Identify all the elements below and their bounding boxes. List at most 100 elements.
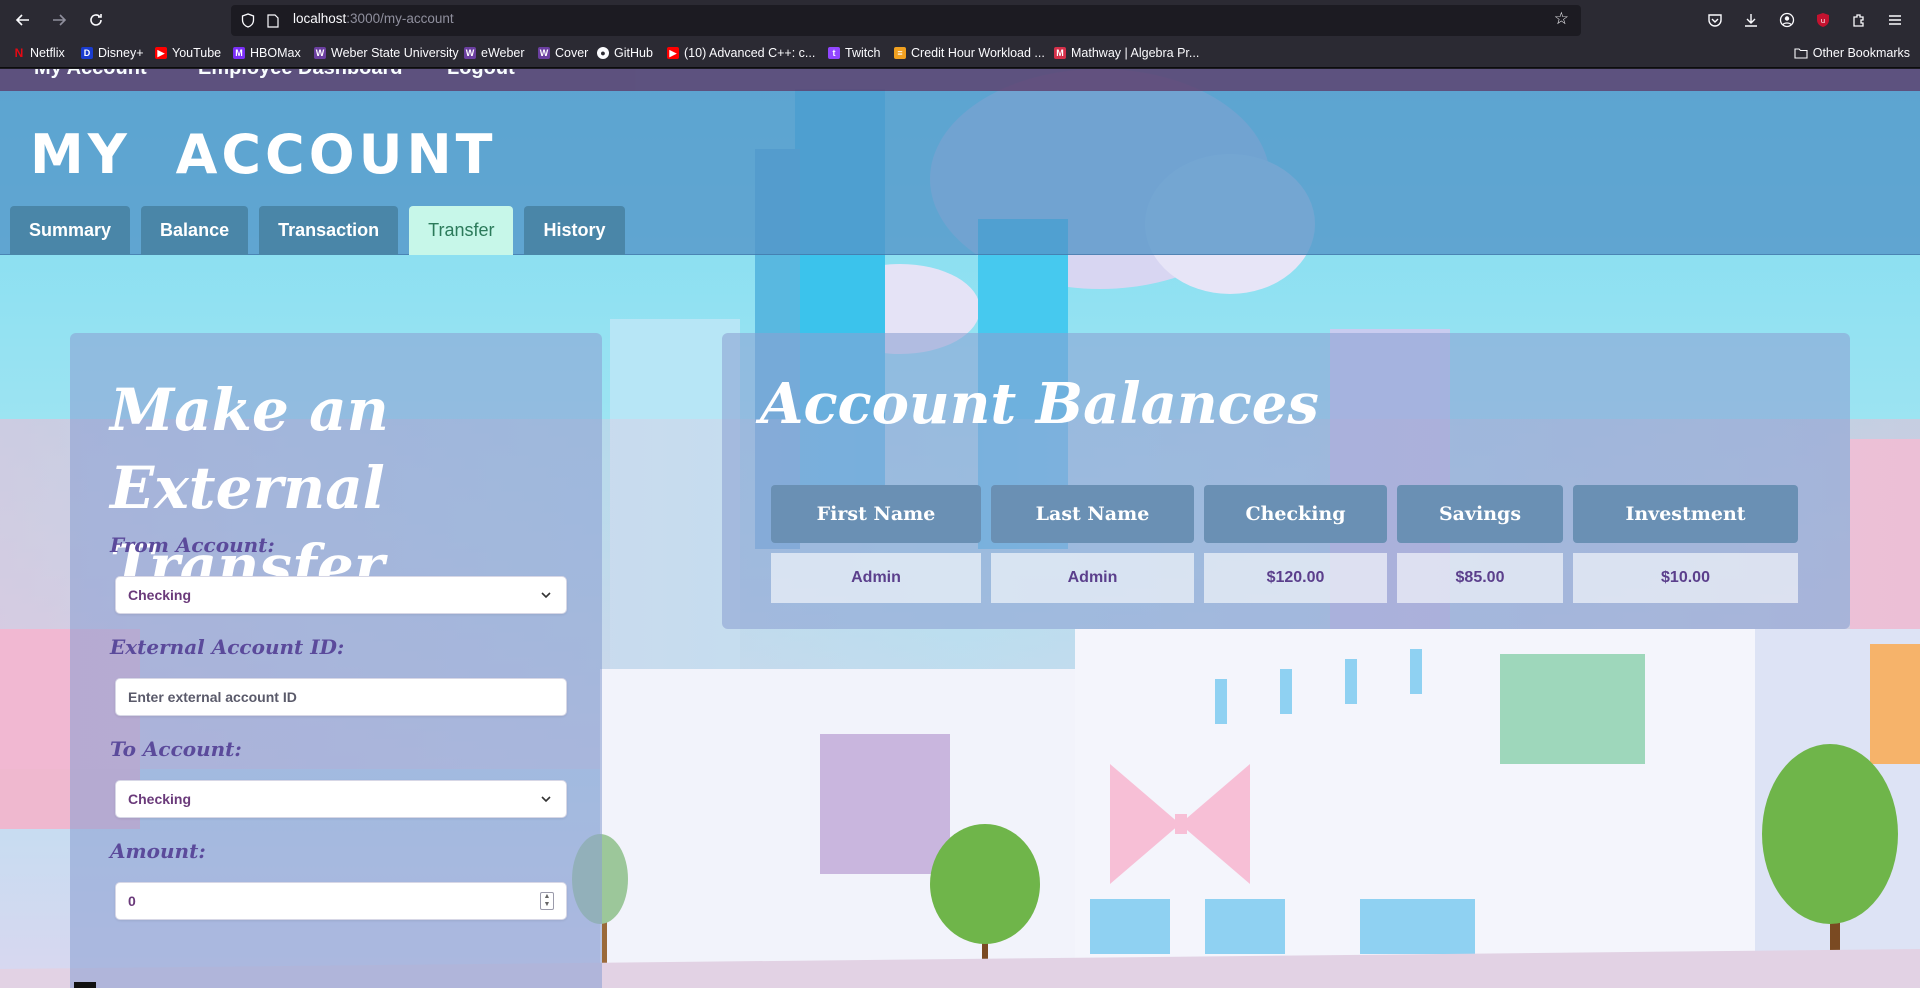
amount-input[interactable]: 0 ▲ ▼ <box>115 882 567 920</box>
mathway-icon: M <box>1054 47 1066 59</box>
bookmark-label: Cover <box>555 46 589 60</box>
external-account-placeholder: Enter external account ID <box>128 689 297 705</box>
nav-my-account[interactable]: My Account <box>34 69 147 80</box>
url-path: :3000/my-account <box>346 11 454 26</box>
bookmark-cover[interactable]: W Cover <box>538 46 588 60</box>
site-nav: My Account Employee Dashboard Logout <box>0 69 1920 91</box>
back-arrow-icon <box>15 14 29 26</box>
svg-text:u: u <box>1821 17 1825 25</box>
forward-arrow-icon <box>53 14 67 26</box>
tab-summary[interactable]: Summary <box>10 206 131 255</box>
account-balances-panel: Account Balances First Name Last Name Ch… <box>722 333 1850 629</box>
menu-icon[interactable] <box>1880 5 1910 35</box>
bookmark-label: Credit Hour Workload ... <box>911 46 1045 60</box>
to-account-select[interactable]: Checking <box>115 780 567 818</box>
bookmark-label: Mathway | Algebra Pr... <box>1071 46 1200 60</box>
bookmark-label: Twitch <box>845 46 881 60</box>
tab-history[interactable]: History <box>524 206 625 255</box>
pocket-icon[interactable] <box>1700 5 1730 35</box>
transfer-form-title: Make an External Transfer <box>110 376 389 600</box>
tab-transfer[interactable]: Transfer <box>409 206 514 255</box>
cell-savings: $85.00 <box>1397 553 1563 603</box>
youtube-icon: ▶ <box>667 47 679 59</box>
cell-investment: $10.00 <box>1573 553 1798 603</box>
weber-shield-icon: W <box>538 47 550 59</box>
other-bookmarks[interactable]: Other Bookmarks <box>1794 46 1910 60</box>
browser-toolbar: localhost:3000/my-account ☆ u <box>0 0 1920 41</box>
page-info-icon[interactable] <box>267 14 279 28</box>
nav-logout[interactable]: Logout <box>447 69 515 80</box>
bookmark-weber-state[interactable]: W Weber State University <box>314 46 459 60</box>
weber-shield-icon: W <box>464 47 476 59</box>
amount-label: Amount: <box>110 839 206 863</box>
url-text[interactable]: localhost:3000/my-account <box>293 11 454 26</box>
bookmark-advanced-cpp[interactable]: ▶ (10) Advanced C++: c... <box>667 46 815 60</box>
column-header-checking: Checking <box>1204 485 1387 543</box>
from-account-label: From Account: <box>110 533 275 557</box>
chevron-down-icon <box>541 796 551 803</box>
netflix-icon: N <box>14 46 24 60</box>
bookmark-github[interactable]: ● GitHub <box>597 46 653 60</box>
number-stepper[interactable]: ▲ ▼ <box>540 892 554 910</box>
to-account-value: Checking <box>128 791 192 807</box>
account-tabs: Summary Balance Transaction Transfer His… <box>10 206 636 255</box>
bookmark-label: GitHub <box>614 46 653 60</box>
bookmark-hbomax[interactable]: M HBOMax <box>233 46 301 60</box>
to-account-label: To Account: <box>110 737 242 761</box>
from-account-value: Checking <box>128 587 192 603</box>
bookmark-credit-hour[interactable]: ≡ Credit Hour Workload ... <box>894 46 1045 60</box>
nav-employee-dashboard[interactable]: Employee Dashboard <box>198 69 403 80</box>
page-title: MY ACCOUNT <box>30 123 497 186</box>
bookmark-label: (10) Advanced C++: c... <box>684 46 816 60</box>
other-bookmarks-label: Other Bookmarks <box>1812 46 1910 60</box>
cell-checking: $120.00 <box>1204 553 1387 603</box>
bookmark-youtube[interactable]: ▶ YouTube <box>155 46 221 60</box>
external-transfer-panel: Make an External Transfer From Account: … <box>70 333 602 988</box>
back-button[interactable] <box>8 5 38 35</box>
ublock-extension-icon[interactable]: u <box>1808 5 1838 35</box>
bookmark-label: eWeber <box>481 46 525 60</box>
external-account-input[interactable]: Enter external account ID <box>115 678 567 716</box>
bookmark-label: Netflix <box>30 46 65 60</box>
column-header-savings: Savings <box>1397 485 1563 543</box>
account-icon[interactable] <box>1772 5 1802 35</box>
bookmark-label: YouTube <box>172 46 222 60</box>
disney-icon: D <box>81 47 93 59</box>
forward-button[interactable] <box>44 5 74 35</box>
bookmark-eweber[interactable]: WeWeber <box>464 46 525 60</box>
tab-balance[interactable]: Balance <box>141 206 249 255</box>
stepper-down-icon[interactable]: ▼ <box>544 901 551 909</box>
calculator-icon: ≡ <box>894 47 906 59</box>
bookmark-twitch[interactable]: t Twitch <box>828 46 880 60</box>
bookmark-mathway[interactable]: M Mathway | Algebra Pr... <box>1054 46 1199 60</box>
youtube-icon: ▶ <box>155 47 167 59</box>
stepper-up-icon[interactable]: ▲ <box>544 893 551 901</box>
footer-logo <box>74 982 96 988</box>
reload-icon <box>90 14 102 26</box>
bookmark-disney[interactable]: D Disney+ <box>81 46 144 60</box>
bookmark-label: HBOMax <box>250 46 301 60</box>
github-icon: ● <box>597 47 609 59</box>
extensions-icon[interactable] <box>1844 5 1874 35</box>
url-host: localhost <box>293 11 347 26</box>
balances-title: Account Balances <box>760 371 1319 437</box>
tab-transaction[interactable]: Transaction <box>259 206 399 255</box>
bookmark-label: Weber State University <box>331 46 459 60</box>
amount-value: 0 <box>128 893 136 909</box>
tracking-shield-icon[interactable] <box>241 13 255 28</box>
page-viewport: My Account Employee Dashboard Logout MY … <box>0 69 1920 988</box>
bookmark-label: Disney+ <box>98 46 144 60</box>
cell-first-name: Admin <box>771 553 981 603</box>
bookmark-netflix[interactable]: N Netflix <box>13 46 65 60</box>
url-bar[interactable]: localhost:3000/my-account ☆ <box>231 5 1581 36</box>
bookmark-star-icon[interactable]: ☆ <box>1554 9 1569 29</box>
reload-button[interactable] <box>81 5 111 35</box>
column-header-last-name: Last Name <box>991 485 1194 543</box>
twitch-icon: t <box>828 47 840 59</box>
downloads-icon[interactable] <box>1736 5 1766 35</box>
bookmarks-bar: N Netflix D Disney+ ▶ YouTube M HBOMax W Webe… <box>0 41 1920 68</box>
from-account-select[interactable]: Checking <box>115 576 567 614</box>
column-header-first-name: First Name <box>771 485 981 543</box>
cell-last-name: Admin <box>991 553 1194 603</box>
column-header-investment: Investment <box>1573 485 1798 543</box>
